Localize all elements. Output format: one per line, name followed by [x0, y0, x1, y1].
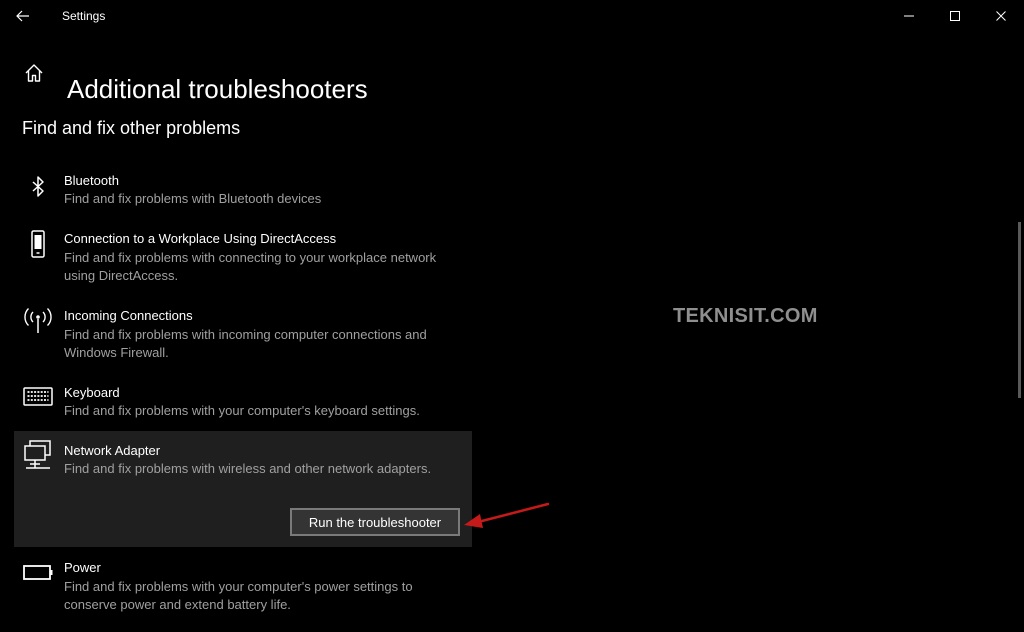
maximize-button[interactable] — [932, 0, 978, 32]
troubleshooter-name: Bluetooth — [64, 173, 119, 188]
troubleshooter-description: Find and fix problems with your computer… — [64, 403, 420, 418]
troubleshooter-description: Find and fix problems with your computer… — [64, 579, 413, 612]
troubleshooter-name: Power — [64, 560, 101, 575]
title-bar: Settings — [0, 0, 1024, 32]
troubleshooter-power[interactable]: Power Find and fix problems with your co… — [14, 555, 472, 617]
troubleshooter-description: Find and fix problems with wireless and … — [64, 461, 432, 476]
close-button[interactable] — [978, 0, 1024, 32]
annotation-arrow-icon — [464, 502, 550, 528]
troubleshooter-bluetooth[interactable]: Bluetooth Find and fix problems with Blu… — [14, 168, 472, 214]
bluetooth-icon — [32, 176, 44, 197]
troubleshooter-network-adapter[interactable]: Network Adapter Find and fix problems wi… — [14, 431, 472, 547]
troubleshooter-keyboard[interactable]: Keyboard Find and fix problems with your… — [14, 380, 472, 426]
home-button[interactable] — [23, 62, 45, 84]
troubleshooter-name: Keyboard — [64, 385, 120, 400]
close-icon — [996, 11, 1006, 21]
troubleshooter-name: Incoming Connections — [64, 308, 193, 323]
troubleshooter-description: Find and fix problems with incoming comp… — [64, 327, 427, 360]
troubleshooter-description: Find and fix problems with Bluetooth dev… — [64, 191, 322, 206]
home-icon — [25, 64, 43, 82]
antenna-icon — [24, 308, 52, 333]
maximize-icon — [950, 11, 960, 21]
battery-icon — [23, 565, 53, 580]
back-button[interactable] — [10, 4, 36, 28]
page-title: Additional troubleshooters — [67, 74, 368, 105]
troubleshooter-description: Find and fix problems with connecting to… — [64, 250, 437, 283]
scrollbar[interactable] — [1018, 222, 1021, 398]
watermark: TEKNISIT.COM — [673, 305, 818, 327]
run-troubleshooter-button[interactable]: Run the troubleshooter — [290, 508, 460, 536]
troubleshooter-incoming-connections[interactable]: Incoming Connections Find and fix proble… — [14, 303, 472, 365]
back-arrow-icon — [16, 10, 29, 22]
phone-device-icon — [31, 230, 45, 258]
section-title: Find and fix other problems — [22, 118, 241, 138]
network-adapter-icon — [24, 440, 51, 469]
minimize-button[interactable] — [886, 0, 932, 32]
troubleshooter-name: Network Adapter — [64, 443, 161, 458]
minimize-icon — [904, 15, 914, 17]
window-title: Settings — [62, 9, 106, 23]
troubleshooter-name: Connection to a Workplace Using DirectAc… — [64, 231, 337, 246]
troubleshooter-directaccess[interactable]: Connection to a Workplace Using DirectAc… — [14, 226, 472, 288]
keyboard-icon — [23, 387, 53, 406]
